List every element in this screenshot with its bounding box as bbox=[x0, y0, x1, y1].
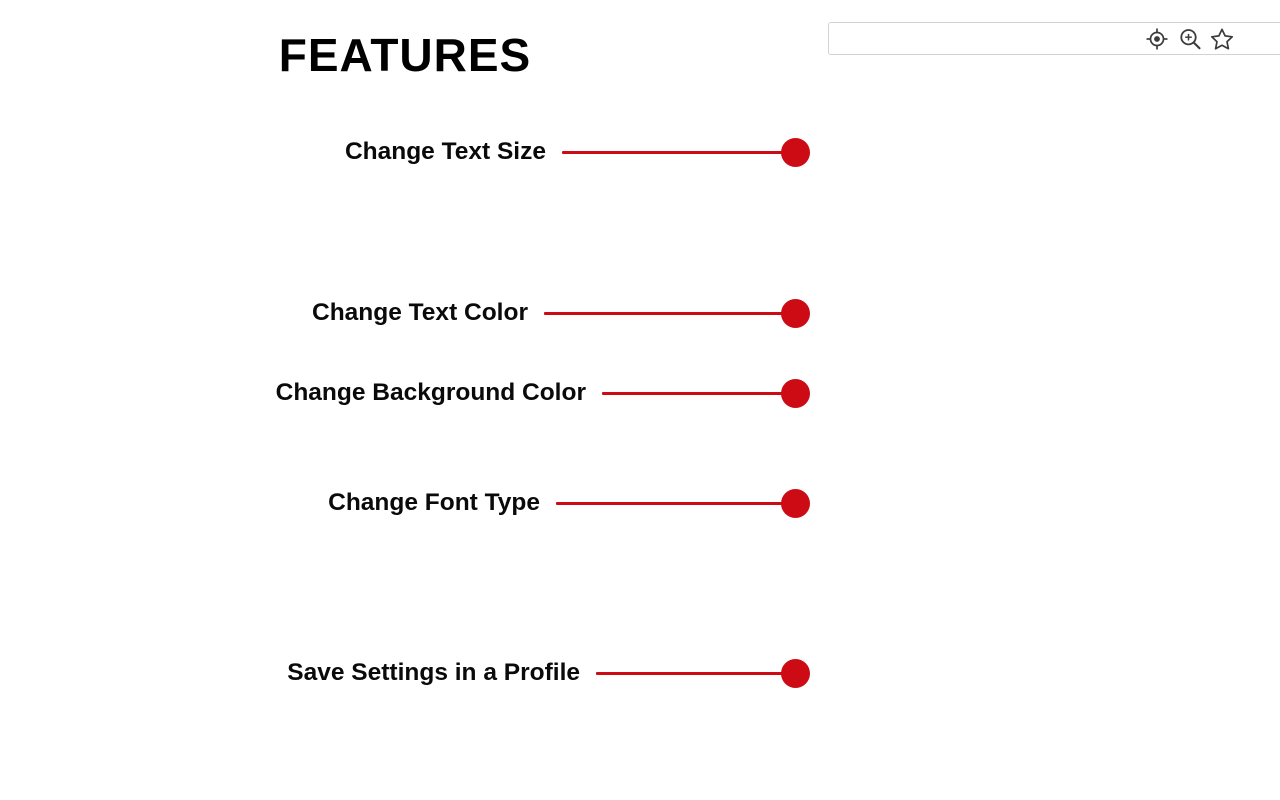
feature-label: Save Settings in a Profile bbox=[287, 658, 580, 686]
browser-toolbar: ome+extension+dashboard+user+fe... bbox=[828, 0, 1280, 66]
feature-connector-dot bbox=[781, 298, 810, 328]
location-icon[interactable] bbox=[1144, 26, 1170, 52]
feature-row: Change Text Size bbox=[0, 135, 810, 169]
feature-row: Change Text Color bbox=[0, 296, 810, 330]
feature-connector-dot bbox=[781, 658, 810, 688]
feature-row: Save Settings in a Profile bbox=[0, 656, 810, 690]
bookmark-star-icon[interactable] bbox=[1209, 26, 1235, 52]
feature-label: Change Font Type bbox=[328, 488, 540, 516]
feature-connector-dot bbox=[781, 488, 810, 518]
feature-label: Change Background Color bbox=[275, 378, 586, 406]
feature-row: Change Font Type bbox=[0, 486, 810, 520]
feature-connector-dot bbox=[781, 378, 810, 408]
features-panel: FEATURES Change Text Size Change Text Col… bbox=[0, 0, 832, 800]
zoom-icon[interactable] bbox=[1177, 26, 1203, 52]
feature-label: Change Text Color bbox=[312, 298, 528, 326]
feature-connector-line bbox=[544, 311, 784, 315]
feature-connector-line bbox=[602, 391, 784, 395]
feature-connector-line bbox=[596, 671, 784, 675]
feature-connector-line bbox=[556, 501, 784, 505]
page-title: FEATURES bbox=[278, 29, 532, 81]
feature-connector-line bbox=[562, 150, 784, 154]
browser-region: ome+extension+dashboard+user+fe... bbox=[828, 0, 1280, 800]
feature-connector-dot bbox=[781, 137, 810, 167]
feature-row: Change Background Color bbox=[0, 376, 810, 410]
feature-label: Change Text Size bbox=[344, 137, 546, 165]
